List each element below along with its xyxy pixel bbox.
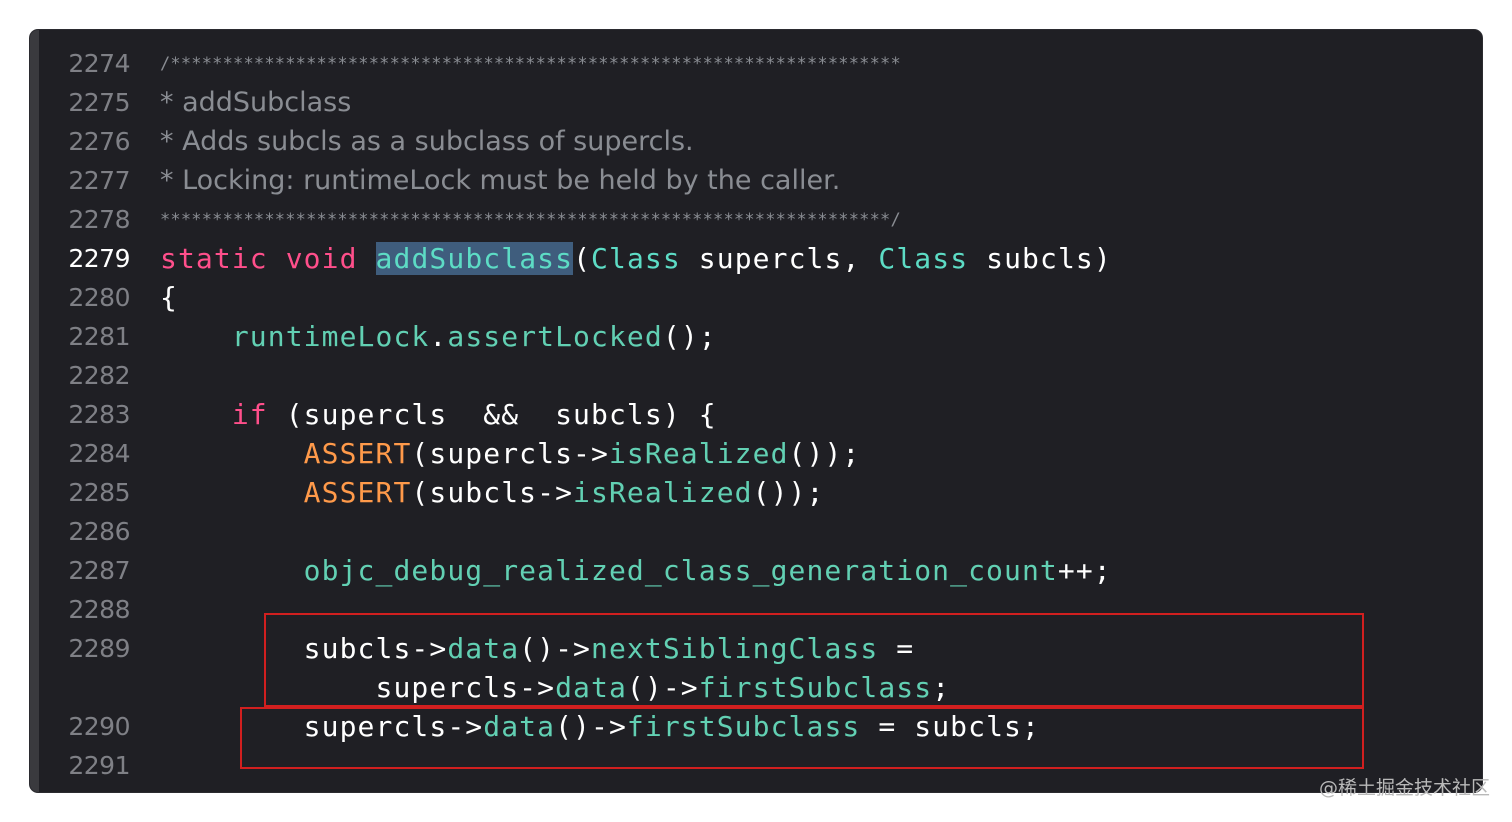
- code-token: subcls): [968, 242, 1112, 275]
- code-token: ()) {: [735, 788, 825, 792]
- code-token: ++;: [1057, 554, 1112, 587]
- code-token: Class: [878, 242, 969, 275]
- code-text: static void addSubclass(Class supercls, …: [160, 242, 1112, 275]
- code-token: (supercls->: [340, 788, 556, 792]
- line-number: 2281: [68, 322, 130, 351]
- code-token: if: [304, 788, 340, 792]
- code-line[interactable]: 2285 ASSERT(subcls->isRealized());: [30, 473, 1482, 512]
- code-line[interactable]: 2292 if (supercls->hasCxxCtor()) {: [30, 785, 1482, 792]
- code-token: objc_debug_realized_class_generation_cou…: [303, 554, 1058, 587]
- code-token: (supercls && subcls) {: [267, 398, 717, 431]
- comment-text: * addSubclass: [160, 87, 351, 118]
- code-token: (subcls->: [411, 476, 574, 509]
- code-line[interactable]: 2282: [30, 356, 1482, 395]
- code-token: /***************************************…: [160, 53, 901, 74]
- code-line[interactable]: 2277 * Locking: runtimeLock must be held …: [30, 161, 1482, 200]
- code-line[interactable]: 2283 if (supercls && subcls) {: [30, 395, 1482, 434]
- code-editor[interactable]: 2274 /***********************************…: [30, 30, 1482, 792]
- line-number: 2284: [68, 439, 130, 468]
- line-number: 2285: [68, 478, 130, 507]
- code-text: ASSERT(subcls->isRealized());: [160, 476, 824, 509]
- comment-text: /***************************************…: [160, 54, 901, 74]
- code-line[interactable]: 2286: [30, 512, 1482, 551]
- code-text: ASSERT(supercls->isRealized());: [160, 437, 860, 470]
- line-number: 2279: [68, 244, 130, 273]
- line-number: 2292: [30, 790, 130, 792]
- code-token: {: [160, 281, 178, 314]
- code-token: void: [285, 242, 358, 275]
- code-line[interactable]: 2274 /***********************************…: [30, 44, 1482, 83]
- code-token: hasCxxCtor: [555, 788, 735, 792]
- code-token: ();: [662, 320, 717, 353]
- watermark: @稀土掘金技术社区: [1318, 777, 1490, 799]
- code-text: runtimeLock.assertLocked();: [160, 320, 717, 353]
- code-token: ());: [788, 437, 861, 470]
- line-number: 2287: [68, 556, 130, 585]
- code-token: ASSERT: [303, 476, 412, 509]
- comment-text: * Locking: runtimeLock must be held by t…: [160, 165, 840, 196]
- code-line[interactable]: 2279 static void addSubclass(Class superc…: [30, 239, 1482, 278]
- highlight-box-2: [240, 707, 1364, 769]
- line-number: 2277: [68, 166, 130, 195]
- code-token: ());: [752, 476, 825, 509]
- code-token: isRealized: [573, 476, 753, 509]
- code-line[interactable]: 2284 ASSERT(supercls->isRealized());: [30, 434, 1482, 473]
- line-number: 2289: [68, 634, 130, 663]
- line-number: 2276: [68, 127, 130, 156]
- line-number: 2282: [68, 361, 130, 390]
- line-number: 2290: [68, 712, 130, 741]
- code-token: supercls,: [680, 242, 879, 275]
- code-token: if: [231, 398, 268, 431]
- comment-text: * Adds subcls as a subclass of supercls.: [160, 126, 694, 157]
- code-line[interactable]: 2276 * Adds subcls as a subclass of super…: [30, 122, 1482, 161]
- code-line[interactable]: 2287 objc_debug_realized_class_generatio…: [30, 551, 1482, 590]
- code-text: if (supercls && subcls) {: [160, 398, 717, 431]
- code-token: Class: [591, 242, 681, 275]
- line-number: 2275: [68, 88, 130, 117]
- code-token: .: [429, 320, 448, 353]
- code-line[interactable]: 2280 {: [30, 278, 1482, 317]
- code-token: * addSubclass: [160, 87, 352, 118]
- code-line[interactable]: 2281 runtimeLock.assertLocked();: [30, 317, 1482, 356]
- highlight-box-1: [264, 613, 1364, 707]
- line-number: 2288: [68, 595, 130, 624]
- code-line[interactable]: 2275 * addSubclass: [30, 83, 1482, 122]
- code-text: {: [160, 281, 178, 314]
- line-number: 2291: [68, 751, 130, 780]
- line-number: 2286: [68, 517, 130, 546]
- selected-token: addSubclass: [375, 242, 574, 275]
- line-number: 2283: [68, 400, 130, 429]
- code-token: (: [573, 242, 592, 275]
- line-number: 2278: [68, 205, 130, 234]
- code-token: assertLocked: [447, 320, 663, 353]
- code-token: runtimeLock: [231, 320, 430, 353]
- code-token: ****************************************…: [160, 209, 901, 230]
- code-token: * Adds subcls as a subclass of supercls.: [160, 126, 694, 157]
- code-token: static: [160, 242, 268, 275]
- line-number: 2280: [68, 283, 130, 312]
- code-token: * Locking: runtimeLock must be held by t…: [160, 165, 841, 196]
- comment-text: ****************************************…: [160, 210, 901, 230]
- code-token: (supercls->: [411, 437, 609, 470]
- code-text: objc_debug_realized_class_generation_cou…: [160, 554, 1112, 587]
- line-number: 2274: [68, 49, 130, 78]
- code-token: ASSERT: [303, 437, 412, 470]
- code-text: if (supercls->hasCxxCtor()) {: [160, 788, 824, 792]
- code-token: isRealized: [608, 437, 789, 470]
- code-line[interactable]: 2278 ************************************…: [30, 200, 1482, 239]
